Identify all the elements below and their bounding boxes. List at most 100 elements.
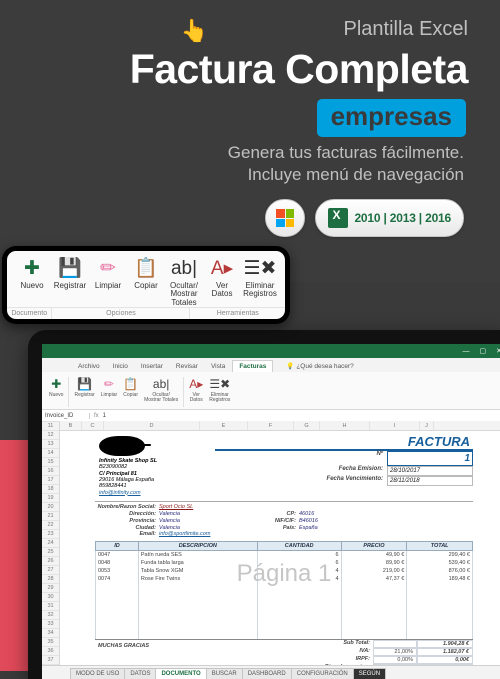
excel-versions-badge: 2010 | 2013 | 2016 bbox=[315, 199, 464, 237]
sheet-tab-datos[interactable]: DATOS bbox=[124, 668, 156, 679]
row-header[interactable]: 18 bbox=[42, 485, 59, 494]
row-header[interactable]: 23 bbox=[42, 530, 59, 539]
sheet-tab-dashboard[interactable]: DASHBOARD bbox=[242, 668, 292, 679]
ribbon-btn-0[interactable]: ✚Nuevo bbox=[46, 375, 66, 409]
row-header[interactable]: 25 bbox=[42, 548, 59, 557]
row-header[interactable]: 30 bbox=[42, 593, 59, 602]
sheet-tab-configuración[interactable]: CONFIGURACIÓN bbox=[291, 668, 354, 679]
toolbar-icon: 💾 bbox=[51, 256, 89, 282]
toolbar-label: EliminarRegistros bbox=[241, 282, 279, 299]
ribbon-tab-revisar[interactable]: Revisar bbox=[170, 361, 204, 372]
row-header[interactable]: 33 bbox=[42, 620, 59, 629]
toolbar-limpiar[interactable]: ✏Limpiar bbox=[89, 256, 127, 290]
sheet-tab-según[interactable]: SEGÚN bbox=[353, 668, 386, 679]
table-row bbox=[96, 597, 473, 604]
toolbar-icon: ☰✖ bbox=[241, 256, 279, 282]
row-header[interactable]: 27 bbox=[42, 566, 59, 575]
toolbar-ocultar[interactable]: ab|Ocultar/Mostrar Totales bbox=[165, 256, 203, 307]
toolbar-group: Opciones bbox=[51, 308, 190, 319]
row-header[interactable]: 16 bbox=[42, 467, 59, 476]
row-header[interactable]: 24 bbox=[42, 539, 59, 548]
row-header[interactable]: 32 bbox=[42, 611, 59, 620]
toolbar-label: Nuevo bbox=[13, 282, 51, 290]
row-header[interactable]: 12 bbox=[42, 431, 59, 440]
ribbon-btn-4[interactable]: ab|Ocultar/Mostrar Totales bbox=[141, 375, 181, 409]
sheet-tab-documento[interactable]: DOCUMENTO bbox=[155, 668, 206, 679]
ribbon-btn-1[interactable]: 💾Registrar bbox=[71, 375, 97, 409]
table-row bbox=[96, 618, 473, 625]
formula-input[interactable]: 1 bbox=[103, 413, 106, 419]
row-header[interactable]: 26 bbox=[42, 557, 59, 566]
items-col: DESCRIPCION bbox=[138, 542, 257, 551]
toolbar-copiar[interactable]: 📋Copiar bbox=[127, 256, 165, 290]
tell-me[interactable]: 💡 ¿Qué desea hacer? bbox=[280, 360, 359, 372]
invoice-number[interactable]: 1 bbox=[387, 451, 473, 466]
row-headers: 1112131415161718192021222324252627282930… bbox=[42, 422, 60, 665]
row-header[interactable]: 19 bbox=[42, 494, 59, 503]
name-box[interactable]: Invoice_ID bbox=[42, 413, 90, 419]
excel-icon bbox=[328, 208, 348, 228]
toolbar-label: VerDatos bbox=[203, 282, 241, 299]
row-header[interactable]: 21 bbox=[42, 512, 59, 521]
invoice-title: FACTURA bbox=[215, 434, 473, 451]
row-header[interactable]: 28 bbox=[42, 575, 59, 584]
fx-icon[interactable]: fx bbox=[90, 413, 103, 419]
ribbon-tab-insertar[interactable]: Insertar bbox=[135, 361, 169, 372]
toolbar-icon: A▸ bbox=[203, 256, 241, 282]
table-row[interactable]: 0047Patín rueda SES649,90 €299,40 € bbox=[96, 551, 473, 560]
table-row bbox=[96, 604, 473, 611]
toolbar-label: Registrar bbox=[51, 282, 89, 290]
sheet-tab-modo-de-uso[interactable]: MODO DE USO bbox=[70, 668, 125, 679]
hand-tap-icon: 👆 bbox=[181, 20, 208, 42]
ribbon-tab-vista[interactable]: Vista bbox=[205, 361, 231, 372]
windows-icon bbox=[276, 209, 294, 227]
sheet-tab-buscar[interactable]: BUSCAR bbox=[206, 668, 243, 679]
table-row bbox=[96, 611, 473, 618]
tag-pill: empresas bbox=[317, 99, 466, 137]
row-header[interactable]: 17 bbox=[42, 476, 59, 485]
maximize-icon[interactable]: ▢ bbox=[480, 347, 487, 355]
row-header[interactable]: 37 bbox=[42, 656, 59, 665]
row-header[interactable]: 35 bbox=[42, 638, 59, 647]
ribbon-tab-facturas[interactable]: Facturas bbox=[232, 360, 273, 372]
close-icon[interactable]: ✕ bbox=[496, 347, 500, 355]
toolbar-eliminar[interactable]: ☰✖EliminarRegistros bbox=[241, 256, 279, 299]
totals: Sub Total:1.904,28 € IVA:21,00%1.182,07 … bbox=[255, 640, 473, 665]
company-block: Infinity Skate Shop SL B23090082 C/ Prin… bbox=[99, 458, 211, 496]
windows-badge bbox=[265, 199, 305, 237]
row-header[interactable]: 20 bbox=[42, 503, 59, 512]
toolbar-registrar[interactable]: 💾Registrar bbox=[51, 256, 89, 290]
issue-date[interactable]: 28/10/2017 bbox=[387, 466, 473, 476]
ribbon-btn-2[interactable]: ✏Limpiar bbox=[98, 375, 120, 409]
excel-versions: 2010 | 2013 | 2016 bbox=[354, 211, 451, 225]
row-header[interactable]: 34 bbox=[42, 629, 59, 638]
excel-window: — ▢ ✕ ArchivoInicioInsertarRevisarVistaF… bbox=[42, 344, 500, 679]
ribbon-btn-3[interactable]: 📋Copiar bbox=[120, 375, 141, 409]
table-row[interactable]: 0074Rose Fire Twins447,37 €189,48 € bbox=[96, 575, 473, 583]
due-date[interactable]: 28/11/2018 bbox=[387, 476, 473, 486]
row-header[interactable]: 22 bbox=[42, 521, 59, 530]
ribbon-btn-6[interactable]: ☰✖EliminarRegistros bbox=[206, 375, 233, 409]
table-row bbox=[96, 632, 473, 639]
toolbar-nuevo[interactable]: ✚Nuevo bbox=[13, 256, 51, 290]
row-header[interactable]: 29 bbox=[42, 584, 59, 593]
row-header[interactable]: 15 bbox=[42, 458, 59, 467]
toolbar-ver[interactable]: A▸VerDatos bbox=[203, 256, 241, 299]
row-header[interactable]: 11 bbox=[42, 422, 59, 431]
ribbon-tab-inicio[interactable]: Inicio bbox=[107, 361, 134, 372]
row-header[interactable]: 13 bbox=[42, 440, 59, 449]
table-row[interactable]: 0048Funda tabla larga689,90 €539,40 € bbox=[96, 559, 473, 567]
ribbon-tab-archivo[interactable]: Archivo bbox=[72, 361, 106, 372]
toolbar-icon: 📋 bbox=[127, 256, 165, 282]
row-header[interactable]: 14 bbox=[42, 449, 59, 458]
kicker: Plantilla Excel bbox=[343, 18, 468, 41]
toolbar-icon: ✏ bbox=[89, 256, 127, 282]
ribbon-btn-5[interactable]: A▸VerDatos bbox=[186, 375, 206, 409]
invoice-document: Infinity Skate Shop SL B23090082 C/ Prin… bbox=[95, 434, 473, 665]
minimize-icon[interactable]: — bbox=[463, 348, 470, 355]
row-header[interactable]: 31 bbox=[42, 602, 59, 611]
client-block: Nombre/Razon Social:Sport Ocio SL Direcc… bbox=[95, 501, 473, 538]
items-col: PRECIO bbox=[341, 542, 407, 551]
table-row[interactable]: 0053Tabla Snow XGM4219,00 €876,00 € bbox=[96, 567, 473, 575]
row-header[interactable]: 36 bbox=[42, 647, 59, 656]
